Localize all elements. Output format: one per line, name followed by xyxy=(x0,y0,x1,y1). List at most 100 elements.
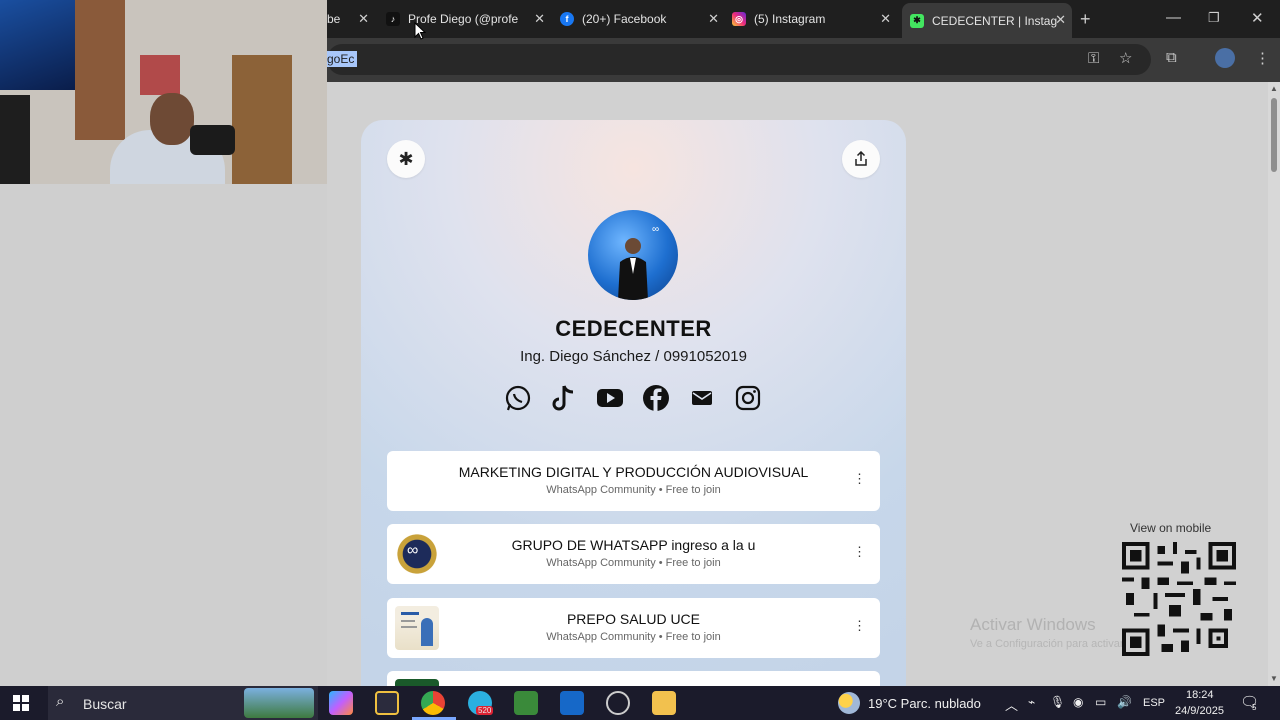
close-window-button[interactable]: ✕ xyxy=(1251,9,1264,27)
scroll-up-arrow-icon[interactable]: ▲ xyxy=(1270,84,1278,93)
close-icon[interactable]: ✕ xyxy=(708,11,719,27)
file-explorer-icon[interactable] xyxy=(652,691,676,715)
close-icon[interactable]: ✕ xyxy=(1055,12,1066,28)
extensions-icon[interactable]: ⧉ xyxy=(1166,49,1177,66)
new-tab-button[interactable]: + xyxy=(1080,9,1091,30)
link-title: PREPO SALUD UCE xyxy=(566,611,701,627)
tab-instagram[interactable]: ◎ (5) Instagram ✕ xyxy=(732,6,897,32)
tab-label: CEDECENTER | Instag xyxy=(932,13,1058,28)
restore-button[interactable]: ❐ xyxy=(1208,10,1220,26)
microphone xyxy=(190,125,235,155)
youtube-icon[interactable] xyxy=(595,383,625,413)
tiktok-icon: ♪ xyxy=(386,12,400,26)
email-icon[interactable] xyxy=(687,383,717,413)
link-button[interactable]: PREPO SALUD UCE WhatsApp Community • Fre… xyxy=(387,598,880,658)
link-button[interactable]: ∞ GRUPO DE WHATSAPP ingreso a la u Whats… xyxy=(387,524,880,584)
notification-count: 5 xyxy=(1252,703,1257,712)
linktree-profile-card: ✱ ∞ CEDECENTER Ing. Diego Sánchez / 0991… xyxy=(361,120,906,686)
asterisk-icon: ✱ xyxy=(398,148,414,169)
windows-start-icon[interactable] xyxy=(13,695,29,711)
microphone-icon[interactable]: 🎙 xyxy=(1050,695,1065,709)
page-scrollbar[interactable]: ▲ ▼ xyxy=(1268,82,1280,686)
search-icon: ⌕ xyxy=(56,693,65,710)
wooden-cabinet xyxy=(232,55,292,184)
meet-now-icon[interactable]: ◉ xyxy=(1073,695,1083,709)
more-options-icon[interactable]: ⋮ xyxy=(853,545,866,558)
bookmark-star-icon[interactable]: ☆ xyxy=(1119,49,1132,67)
whatsapp-icon[interactable] xyxy=(503,383,533,413)
network-off-icon[interactable]: ⌁ xyxy=(1028,695,1035,709)
weather-text[interactable]: 19°C Parc. nublado xyxy=(868,696,981,711)
store-icon[interactable] xyxy=(375,691,399,715)
wifi-icon[interactable]: ▭ xyxy=(1095,695,1106,709)
chrome-icon[interactable] xyxy=(421,691,445,715)
mouse-cursor-icon xyxy=(414,22,426,40)
tab-youtube[interactable]: be ✕ xyxy=(327,6,377,32)
chair xyxy=(0,95,30,184)
link-button[interactable]: MARKETING DIGITAL Y PRODUCCIÓN AUDIOVISU… xyxy=(387,451,880,511)
door xyxy=(75,0,125,140)
tiktok-icon[interactable] xyxy=(549,383,579,413)
app-icon[interactable] xyxy=(514,691,538,715)
tab-label: (20+) Facebook xyxy=(582,12,667,26)
taskbar-search[interactable]: ⌕ Buscar xyxy=(48,686,318,720)
tab-label: (5) Instagram xyxy=(754,12,826,26)
link-title: MARKETING DIGITAL Y PRODUCCIÓN AUDIOVISU… xyxy=(458,464,809,480)
linktree-logo-button[interactable]: ✱ xyxy=(387,140,425,178)
link-meta: WhatsApp Community • Free to join xyxy=(546,557,721,569)
qr-code xyxy=(1122,542,1236,656)
menu-kebab-icon[interactable]: ⋮ xyxy=(1255,49,1270,67)
address-text[interactable]: goEc xyxy=(327,51,358,67)
instagram-icon[interactable] xyxy=(733,383,763,413)
monitor-screen xyxy=(0,0,75,90)
tab-label: be xyxy=(327,12,341,26)
profile-subtitle: Ing. Diego Sánchez / 0991052019 xyxy=(520,348,747,365)
weather-icon[interactable] xyxy=(838,692,860,714)
page-content: ✱ ∞ CEDECENTER Ing. Diego Sánchez / 0991… xyxy=(327,82,1268,686)
volume-icon[interactable]: 🔊 xyxy=(1117,695,1132,709)
clock-date[interactable]: 24/9/2025 xyxy=(1175,705,1224,717)
facebook-icon[interactable] xyxy=(641,383,671,413)
person-photo xyxy=(618,238,648,300)
person-head xyxy=(150,93,194,145)
tab-cedecenter[interactable]: ✱ CEDECENTER | Instag ✕ xyxy=(902,3,1072,38)
search-highlight-image xyxy=(244,688,314,718)
minimize-button[interactable]: — xyxy=(1166,9,1181,26)
clock-time[interactable]: 18:24 xyxy=(1186,689,1214,701)
share-button[interactable] xyxy=(842,140,880,178)
key-icon[interactable]: ⚿ xyxy=(1088,50,1099,67)
link-meta: WhatsApp Community • Free to join xyxy=(546,484,721,496)
linktree-icon: ✱ xyxy=(910,13,924,28)
link-thumbnail xyxy=(395,679,439,686)
copilot-icon[interactable] xyxy=(329,691,353,715)
profile-avatar[interactable] xyxy=(1215,48,1235,68)
link-meta: WhatsApp Community • Free to join xyxy=(546,631,721,643)
tab-tiktok[interactable]: ♪ Profe Diego (@profe ✕ xyxy=(386,6,551,32)
outlook-icon[interactable] xyxy=(560,691,584,715)
windows-taskbar: ⌕ Buscar 520 19°C Parc. nublado ︿ ⌁ 🎙 ◉ … xyxy=(0,686,1280,720)
tab-facebook[interactable]: f (20+) Facebook ✕ xyxy=(560,6,725,32)
more-options-icon[interactable]: ⋮ xyxy=(853,472,866,485)
link-title: GRUPO DE WHATSAPP ingreso a la u xyxy=(511,537,756,553)
obs-icon[interactable] xyxy=(606,691,630,715)
instagram-icon: ◎ xyxy=(732,12,746,26)
scroll-down-arrow-icon[interactable]: ▼ xyxy=(1270,674,1278,683)
facebook-icon: f xyxy=(560,12,574,26)
scroll-thumb[interactable] xyxy=(1271,98,1277,172)
profile-title: CEDECENTER xyxy=(555,316,712,341)
wall-decoration xyxy=(140,55,180,95)
close-icon[interactable]: ✕ xyxy=(534,11,545,27)
chevron-up-icon[interactable]: ︿ xyxy=(1005,695,1018,714)
share-icon xyxy=(855,151,867,166)
language-indicator[interactable]: ESP xyxy=(1143,697,1165,709)
webcam-overlay xyxy=(0,0,327,184)
avatar: ∞ xyxy=(588,210,678,300)
more-options-icon[interactable]: ⋮ xyxy=(853,619,866,632)
activate-windows-watermark: Activar Windows xyxy=(970,615,1096,634)
close-icon[interactable]: ✕ xyxy=(358,11,369,27)
close-icon[interactable]: ✕ xyxy=(880,11,891,27)
infinity-logo-icon: ∞ xyxy=(652,224,660,235)
address-bar[interactable] xyxy=(327,44,1151,75)
link-button[interactable] xyxy=(387,671,880,686)
qr-label: View on mobile xyxy=(1130,521,1212,535)
